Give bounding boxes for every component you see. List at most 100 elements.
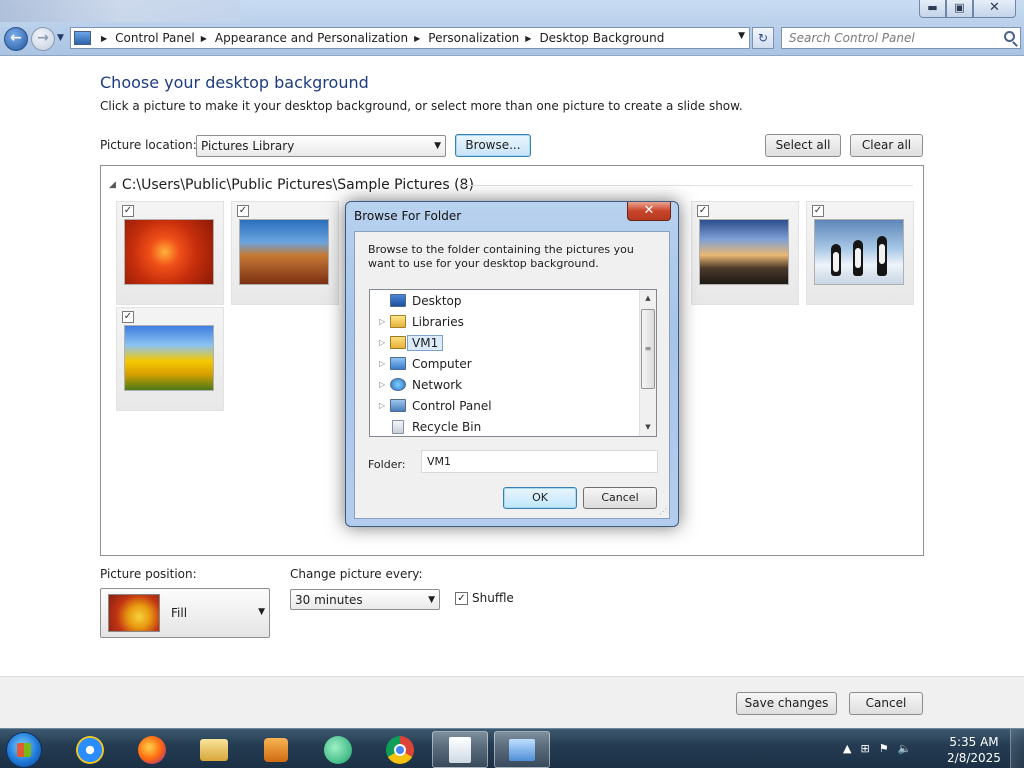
minimize-button[interactable]: ▬: [919, 0, 946, 18]
resize-grip-icon[interactable]: ⋰: [659, 507, 667, 516]
clock[interactable]: 5:35 AM 2/8/2025: [944, 734, 1004, 766]
system-tray: ▲ ⊞ ⚑ 🔈: [843, 742, 920, 755]
forward-button[interactable]: →: [31, 27, 55, 51]
breadcrumb-desktop-background[interactable]: Desktop Background: [539, 31, 664, 45]
tree-item-control-panel[interactable]: ▷ Control Panel: [370, 395, 492, 416]
dialog-close-button[interactable]: ✕: [627, 202, 671, 221]
picture-checkbox[interactable]: ✓: [697, 205, 709, 217]
taskbar-document-window[interactable]: [432, 731, 488, 768]
penguins-thumbnail[interactable]: [814, 219, 904, 285]
tree-item-vm1[interactable]: ▷ VM1: [370, 332, 444, 353]
taskbar-chrome[interactable]: [372, 731, 428, 768]
position-preview-image: [108, 594, 160, 632]
taskbar-messenger[interactable]: [310, 731, 366, 768]
taskbar-internet-explorer[interactable]: [62, 731, 118, 768]
picture-tile[interactable]: ✓: [231, 201, 339, 305]
save-changes-button[interactable]: Save changes: [736, 692, 837, 715]
control-panel-icon: [74, 31, 91, 45]
dialog-cancel-button[interactable]: Cancel: [583, 487, 657, 509]
close-button[interactable]: ✕: [973, 0, 1016, 18]
cancel-button[interactable]: Cancel: [849, 692, 923, 715]
taskbar-firefox[interactable]: [124, 731, 180, 768]
libraries-icon: [390, 315, 406, 328]
tree-item-recycle-bin[interactable]: Recycle Bin: [370, 416, 481, 436]
scroll-down-arrow-icon[interactable]: ▼: [640, 419, 656, 436]
folder-tree[interactable]: Desktop ▷ Libraries ▷ VM1 ▷ Computer ▷ N…: [369, 289, 657, 437]
expand-arrow-icon[interactable]: ▷: [379, 380, 387, 389]
document-icon: [449, 736, 471, 763]
shuffle-checkbox[interactable]: ✓: [455, 591, 468, 605]
folder-input[interactable]: [421, 450, 658, 473]
search-icon[interactable]: [1004, 31, 1015, 42]
show-hidden-icons-icon[interactable]: ▲: [843, 742, 851, 755]
recent-pages-dropdown[interactable]: ▼: [57, 33, 64, 43]
address-dropdown-icon[interactable]: ▼: [738, 31, 745, 41]
select-all-button[interactable]: Select all: [765, 134, 841, 157]
chevron-down-icon: ▼: [434, 141, 441, 151]
picture-checkbox[interactable]: ✓: [122, 311, 134, 323]
picture-checkbox[interactable]: ✓: [122, 205, 134, 217]
collapse-icon[interactable]: ◢: [109, 180, 116, 190]
expand-arrow-icon[interactable]: ▷: [379, 317, 387, 326]
picture-location-select[interactable]: Pictures Library ▼: [196, 135, 446, 157]
taskbar-windows-explorer[interactable]: [186, 731, 242, 768]
picture-tile[interactable]: ✓: [116, 201, 224, 305]
tree-item-network[interactable]: ▷ Network: [370, 374, 462, 395]
tree-item-computer[interactable]: ▷ Computer: [370, 353, 472, 374]
shuffle-option[interactable]: ✓ Shuffle: [455, 591, 514, 605]
expand-arrow-icon[interactable]: ▷: [379, 338, 387, 347]
scroll-up-arrow-icon[interactable]: ▲: [640, 290, 656, 307]
refresh-button[interactable]: ↻: [752, 27, 774, 49]
chrysanthemum-thumbnail[interactable]: [124, 219, 214, 285]
tree-item-desktop[interactable]: Desktop: [370, 290, 462, 311]
back-button[interactable]: ←: [4, 27, 28, 51]
search-input[interactable]: [782, 28, 992, 48]
dialog-title: Browse For Folder: [354, 209, 462, 223]
change-interval-select[interactable]: 30 minutes ▼: [290, 589, 440, 610]
ok-button[interactable]: OK: [503, 487, 577, 509]
start-button[interactable]: [6, 732, 42, 768]
show-desktop-button[interactable]: [1010, 729, 1024, 768]
picture-tile[interactable]: ✓: [691, 201, 799, 305]
breadcrumb-appearance[interactable]: Appearance and Personalization: [215, 31, 408, 45]
breadcrumb-personalization[interactable]: Personalization: [428, 31, 519, 45]
action-center-flag-icon[interactable]: ⚑: [879, 742, 889, 755]
desert-thumbnail[interactable]: [239, 219, 329, 285]
picture-tile[interactable]: ✓: [116, 307, 224, 411]
title-bar: ▬ ▣ ✕ ← → ▼ ▶ Control Panel ▶ Appearance…: [0, 0, 1024, 56]
taskbar-control-panel-window[interactable]: [494, 731, 550, 768]
search-box[interactable]: [781, 27, 1021, 49]
chevron-down-icon: ▼: [428, 595, 435, 605]
tulips-thumbnail[interactable]: [124, 325, 214, 391]
recycle-bin-icon: [392, 419, 404, 434]
address-bar[interactable]: ▶ Control Panel ▶ Appearance and Persona…: [70, 27, 750, 49]
browse-button[interactable]: Browse...: [455, 134, 531, 157]
breadcrumb-arrow-icon[interactable]: ▶: [414, 34, 420, 43]
tree-scrollbar[interactable]: ▲ ≡ ▼: [639, 290, 656, 436]
picture-checkbox[interactable]: ✓: [237, 205, 249, 217]
picture-position-select[interactable]: Fill ▼: [100, 588, 270, 638]
breadcrumb-arrow-icon[interactable]: ▶: [525, 34, 531, 43]
maximize-button[interactable]: ▣: [946, 0, 973, 18]
expand-arrow-icon[interactable]: ▷: [379, 359, 387, 368]
scrollbar-thumb[interactable]: ≡: [641, 309, 655, 389]
breadcrumb-arrow-icon[interactable]: ▶: [101, 34, 107, 43]
picture-position-label: Picture position:: [100, 567, 197, 581]
taskbar-media-player[interactable]: [248, 731, 304, 768]
expand-arrow-icon[interactable]: ▷: [379, 401, 387, 410]
tree-item-libraries[interactable]: ▷ Libraries: [370, 311, 464, 332]
desktop-icon: [390, 294, 406, 307]
control-panel-icon: [390, 399, 406, 412]
breadcrumb-control-panel[interactable]: Control Panel: [115, 31, 195, 45]
gallery-group-header[interactable]: ◢ C:\Users\Public\Public Pictures\Sample…: [109, 177, 474, 193]
volume-icon[interactable]: 🔈: [898, 742, 912, 755]
network-status-icon[interactable]: ⊞: [860, 742, 869, 755]
lighthouse-thumbnail[interactable]: [699, 219, 789, 285]
clear-all-button[interactable]: Clear all: [850, 134, 923, 157]
dialog-description: Browse to the folder containing the pict…: [368, 243, 634, 270]
picture-checkbox[interactable]: ✓: [812, 205, 824, 217]
change-interval-value: 30 minutes: [295, 593, 363, 607]
taskbar: ▲ ⊞ ⚑ 🔈 5:35 AM 2/8/2025: [0, 728, 1024, 768]
picture-tile[interactable]: ✓: [806, 201, 914, 305]
breadcrumb-arrow-icon[interactable]: ▶: [201, 34, 207, 43]
